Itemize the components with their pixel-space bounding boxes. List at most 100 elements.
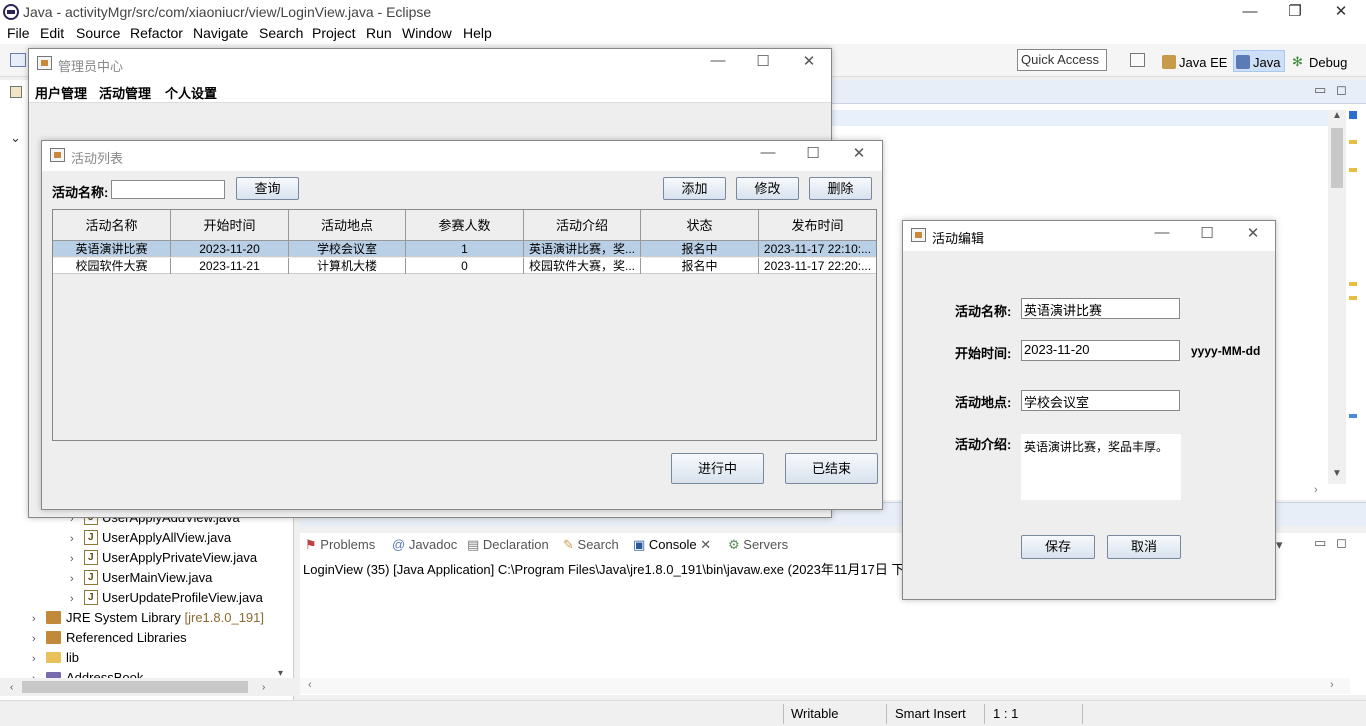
scroll-thumb[interactable] xyxy=(22,681,248,693)
menu-edit[interactable]: Edit xyxy=(40,25,64,41)
menu-user-management[interactable]: 用户管理 xyxy=(35,83,87,102)
menu-source[interactable]: Source xyxy=(76,25,120,41)
quick-access-input[interactable]: Quick Access xyxy=(1017,49,1107,71)
menu-activity-management[interactable]: 活动管理 xyxy=(99,83,151,102)
query-button[interactable]: 查询 xyxy=(236,177,299,200)
place-input[interactable]: 学校会议室 xyxy=(1021,390,1180,411)
tree-item[interactable]: › UserUpdateProfileView.java xyxy=(70,588,263,608)
save-button[interactable]: 保存 xyxy=(1021,535,1095,559)
tree-expand-icon[interactable]: › xyxy=(70,569,84,589)
activity-name-input[interactable]: 英语演讲比赛 xyxy=(1021,298,1180,319)
ongoing-button[interactable]: 进行中 xyxy=(671,453,764,484)
minimize-view-icon[interactable]: ▭ xyxy=(1314,82,1326,98)
scroll-left-icon[interactable]: ‹ xyxy=(308,679,312,691)
column-header-place[interactable]: 活动地点 xyxy=(289,210,406,241)
column-header-name[interactable]: 活动名称 xyxy=(53,210,171,241)
minimize-view-icon[interactable]: ▭ xyxy=(1314,535,1326,551)
tree-item[interactable]: › JRE System Library [jre1.8.0_191] xyxy=(32,608,264,628)
tree-item[interactable]: › AddressBook xyxy=(32,668,143,678)
tree-expand-icon[interactable]: › xyxy=(32,609,46,629)
tree-expand-icon[interactable]: › xyxy=(32,629,46,649)
tree-expand-icon[interactable]: › xyxy=(70,589,84,609)
menu-project[interactable]: Project xyxy=(312,25,356,41)
tree-item[interactable]: › lib xyxy=(32,648,79,668)
menu-refactor[interactable]: Refactor xyxy=(130,25,183,41)
table-cell: 报名中 xyxy=(641,241,759,257)
column-header-intro[interactable]: 活动介绍 xyxy=(524,210,641,241)
collapse-chevron-icon[interactable]: ⌄ xyxy=(10,130,21,146)
search-name-input[interactable] xyxy=(111,180,225,199)
menu-window[interactable]: Window xyxy=(402,25,452,41)
minimize-icon[interactable]: — xyxy=(753,144,783,161)
minimize-icon[interactable]: — xyxy=(703,52,733,69)
scroll-down-icon[interactable]: ▼ xyxy=(1332,468,1342,479)
package-explorer-icon xyxy=(10,86,22,98)
tree-item[interactable]: › UserApplyPrivateView.java xyxy=(70,548,257,568)
new-wizard-icon[interactable] xyxy=(10,53,26,67)
eclipse-menu-bar: File Edit Source Refactor Navigate Searc… xyxy=(0,24,1366,44)
tree-item[interactable]: › UserMainView.java xyxy=(70,568,212,588)
column-header-status[interactable]: 状态 xyxy=(641,210,759,241)
tab-servers[interactable]: ⚙ Servers xyxy=(728,537,788,553)
menu-file[interactable]: File xyxy=(7,25,30,41)
scroll-up-icon[interactable]: ▲ xyxy=(1332,110,1342,121)
menu-navigate[interactable]: Navigate xyxy=(193,25,248,41)
tree-expand-icon[interactable]: › xyxy=(32,669,46,678)
tab-javadoc[interactable]: @ Javadoc xyxy=(392,537,457,552)
restore-icon[interactable]: ❐ xyxy=(1272,0,1318,24)
edit-button[interactable]: 修改 xyxy=(736,177,799,200)
cancel-button[interactable]: 取消 xyxy=(1107,535,1181,559)
close-icon[interactable]: ✕ xyxy=(794,52,824,70)
maximize-icon[interactable]: ☐ xyxy=(798,144,828,162)
tab-problems[interactable]: ⚑ Problems xyxy=(305,537,375,553)
tab-declaration[interactable]: ▤ Declaration xyxy=(467,537,549,553)
console-horizontal-scrollbar[interactable]: ‹ › xyxy=(300,678,1350,694)
table-row[interactable]: 校园软件大赛 2023-11-21 计算机大楼 0 校园软件大赛，奖... 报名… xyxy=(53,258,876,274)
close-tab-icon[interactable]: ✕ xyxy=(700,537,711,552)
tab-console[interactable]: ▣ Console ✕ xyxy=(633,537,711,553)
perspective-java[interactable]: Java xyxy=(1233,50,1286,72)
maximize-view-icon[interactable]: ◻ xyxy=(1336,535,1347,551)
close-icon[interactable]: ✕ xyxy=(1318,0,1364,24)
scroll-thumb[interactable] xyxy=(1331,128,1343,188)
maximize-view-icon[interactable]: ◻ xyxy=(1336,82,1347,98)
delete-button[interactable]: 删除 xyxy=(809,177,872,200)
close-icon[interactable]: ✕ xyxy=(844,144,874,162)
tree-item[interactable]: › Referenced Libraries xyxy=(32,628,187,648)
menu-personal-settings[interactable]: 个人设置 xyxy=(165,83,217,102)
ended-button[interactable]: 已结束 xyxy=(785,453,878,484)
perspective-debug[interactable]: ✻ Debug xyxy=(1290,50,1351,72)
java-app-icon xyxy=(911,228,926,242)
column-header-start-time[interactable]: 开始时间 xyxy=(171,210,289,241)
perspective-java-ee[interactable]: Java EE xyxy=(1160,50,1231,72)
scroll-right-icon[interactable]: › xyxy=(1330,679,1334,691)
add-button[interactable]: 添加 xyxy=(663,177,726,200)
column-header-publish-time[interactable]: 发布时间 xyxy=(759,210,876,241)
minimize-icon[interactable]: — xyxy=(1147,224,1177,241)
tree-item-label: AddressBook xyxy=(66,670,144,678)
minimize-icon[interactable]: — xyxy=(1227,0,1273,24)
maximize-icon[interactable]: ☐ xyxy=(748,52,778,70)
tree-expand-icon[interactable]: › xyxy=(32,649,46,669)
scroll-left-icon[interactable]: ‹ xyxy=(10,682,13,693)
intro-textarea[interactable]: 英语演讲比赛，奖品丰厚。 xyxy=(1021,434,1181,500)
tree-expand-icon[interactable]: › xyxy=(70,549,84,569)
menu-help[interactable]: Help xyxy=(463,25,492,41)
editor-vertical-scrollbar[interactable]: ▲ ▼ xyxy=(1328,110,1346,484)
column-header-participants[interactable]: 参赛人数 xyxy=(406,210,524,241)
start-time-input[interactable]: 2023-11-20 xyxy=(1021,340,1180,361)
menu-run[interactable]: Run xyxy=(366,25,392,41)
scroll-right-icon[interactable]: › xyxy=(1314,484,1318,496)
horizontal-scrollbar[interactable]: ‹ › xyxy=(0,678,294,696)
table-row[interactable]: 英语演讲比赛 2023-11-20 学校会议室 1 英语演讲比赛，奖... 报名… xyxy=(53,241,876,257)
close-icon[interactable]: ✕ xyxy=(1238,224,1268,242)
scroll-right-icon[interactable]: › xyxy=(262,682,265,693)
tab-search[interactable]: ✎ Search xyxy=(563,537,619,553)
maximize-icon[interactable]: ☐ xyxy=(1192,224,1222,242)
open-perspective-icon[interactable] xyxy=(1130,53,1145,67)
console-menu-icon[interactable]: ▾ xyxy=(1276,537,1283,553)
status-writable: Writable xyxy=(791,706,839,721)
tree-expand-icon[interactable]: › xyxy=(70,529,84,549)
menu-search[interactable]: Search xyxy=(259,25,303,41)
tree-item[interactable]: › UserApplyAllView.java xyxy=(70,528,231,548)
